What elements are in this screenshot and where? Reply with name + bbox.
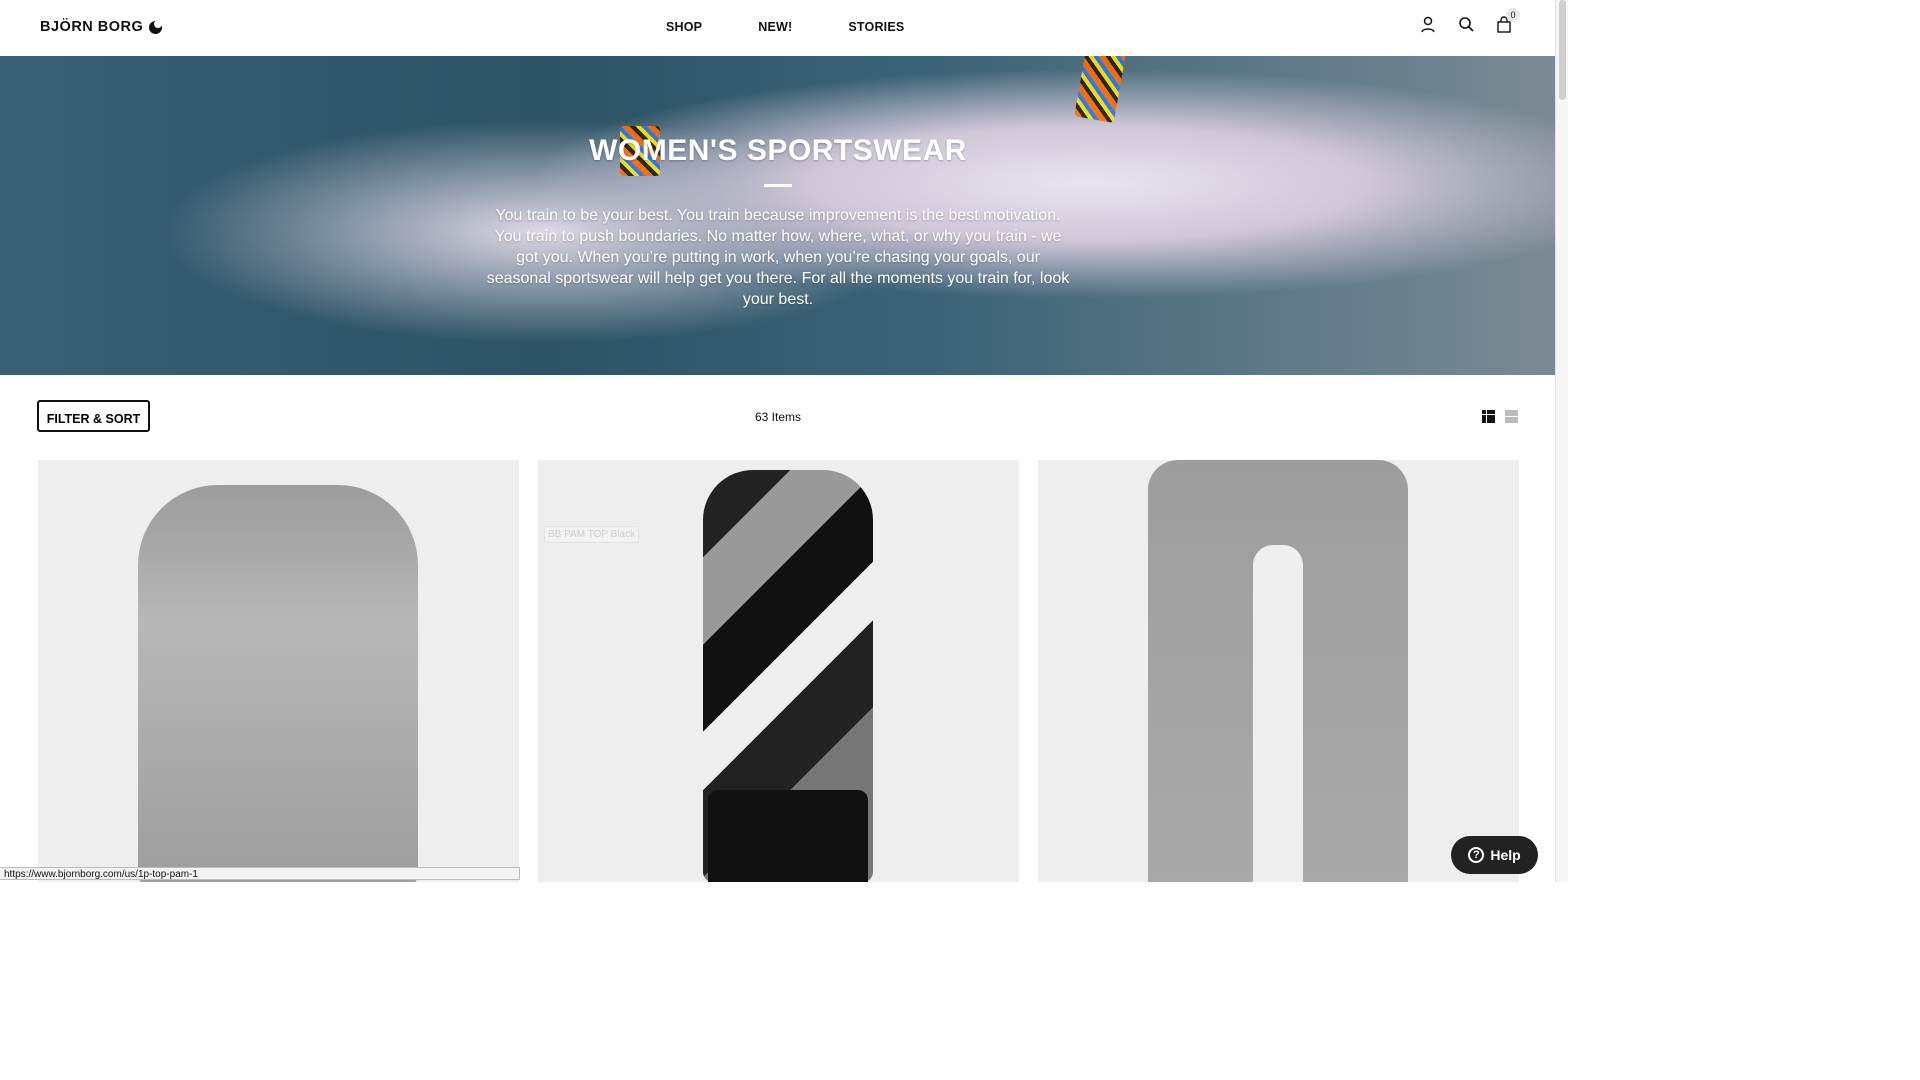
search-icon[interactable] <box>1458 16 1474 34</box>
product-card[interactable] <box>1038 460 1519 882</box>
main-nav: SHOP NEW! STORIES <box>666 20 904 34</box>
help-button[interactable]: ? Help <box>1451 836 1538 874</box>
cart-button[interactable]: 0 <box>1496 8 1520 34</box>
nav-stories[interactable]: STORIES <box>848 20 904 34</box>
help-label: Help <box>1490 847 1521 863</box>
items-count: 63 Items <box>755 410 802 424</box>
brand-mark-icon <box>149 19 163 34</box>
hero-banner: WOMEN'S SPORTSWEAR You train to be your … <box>0 56 1556 375</box>
scrollbar-thumb[interactable] <box>1559 0 1566 100</box>
product-card[interactable] <box>38 460 519 882</box>
hero-title: WOMEN'S SPORTSWEAR <box>589 134 967 167</box>
question-icon: ? <box>1468 847 1485 863</box>
user-icon[interactable] <box>1420 16 1436 34</box>
page-scrollbar[interactable] <box>1555 0 1568 882</box>
cart-count-badge: 0 <box>1506 8 1520 22</box>
sweatpants-illustration <box>1148 460 1408 882</box>
product-image[interactable] <box>38 460 519 882</box>
site-header: BJÖRN BORG SHOP NEW! STORIES 0 <box>0 0 1556 57</box>
nav-shop[interactable]: SHOP <box>666 20 702 34</box>
list-view-icon[interactable] <box>1505 410 1518 423</box>
brand-logo[interactable]: BJÖRN BORG <box>40 19 163 35</box>
product-image[interactable]: BB PAM TOP Black <box>538 460 1019 882</box>
sweatshirt-illustration <box>138 485 418 882</box>
product-image[interactable] <box>1038 460 1519 882</box>
filter-sort-button[interactable]: FILTER & SORT <box>37 400 150 432</box>
hero-title-underline <box>764 184 792 187</box>
grid-view-icon[interactable] <box>1482 410 1495 423</box>
nav-new[interactable]: NEW! <box>758 20 792 34</box>
hero-description: You train to be your best. You train bec… <box>486 207 1070 308</box>
tights-illustration <box>708 790 868 882</box>
brand-text: BJÖRN BORG <box>40 19 144 35</box>
product-ghost-label: BB PAM TOP Black <box>544 526 640 543</box>
product-card[interactable]: BB PAM TOP Black <box>538 460 1019 882</box>
status-url: https://www.bjornborg.com/us/1p-top-pam-… <box>0 867 520 880</box>
header-actions: 0 <box>1420 8 1520 34</box>
hero-content: WOMEN'S SPORTSWEAR You train to be your … <box>0 134 1556 310</box>
view-toggle <box>1482 410 1518 423</box>
product-grid: BB PAM TOP Black <box>38 460 1519 882</box>
